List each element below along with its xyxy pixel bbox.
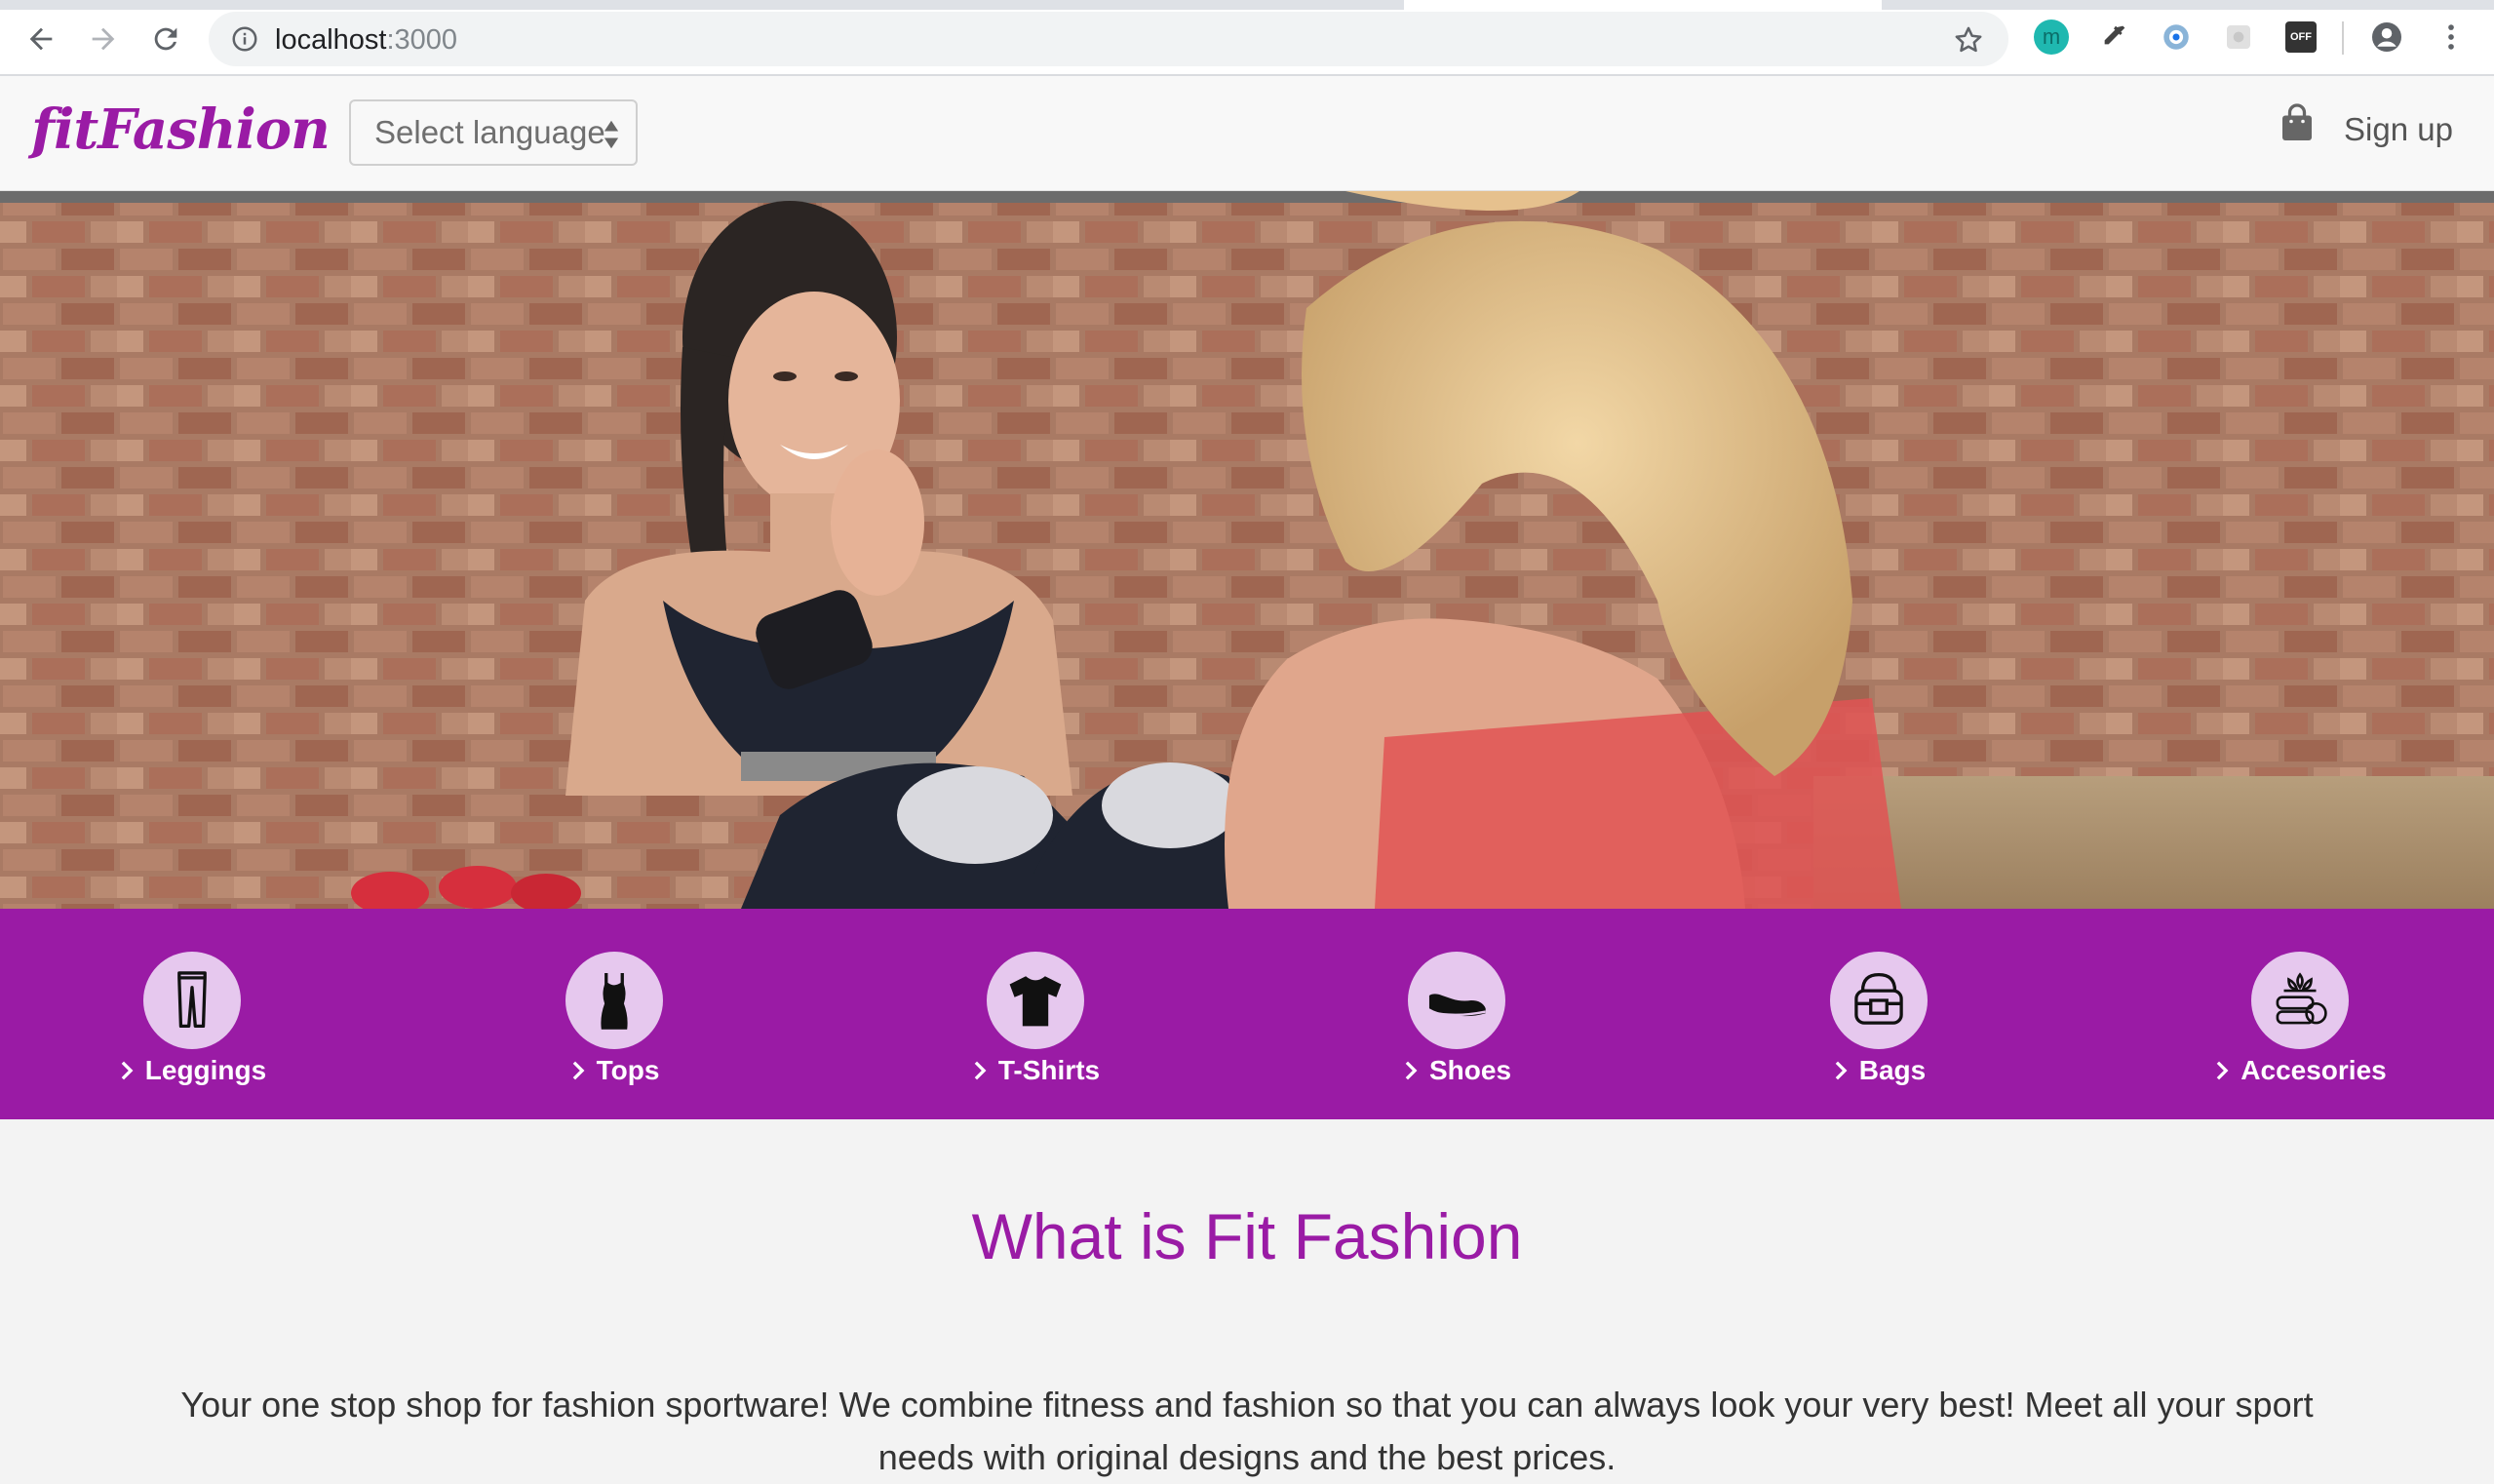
back-button[interactable] <box>18 16 64 62</box>
category-link: Bags <box>1832 1055 1926 1086</box>
off-extension-label: OFF <box>2290 31 2312 43</box>
category-bar: Leggings Tops T-Shirts Shoes Bags Acceso… <box>0 909 2494 1119</box>
chevron-right-icon <box>572 1061 585 1080</box>
info-icon[interactable] <box>230 24 259 54</box>
site-header: fitFashion Select language Sign up <box>0 76 2494 191</box>
leggings-icon <box>177 971 207 1029</box>
signup-link[interactable]: Sign up <box>2344 111 2453 148</box>
accessories-icon <box>2276 972 2327 1025</box>
language-select-value: Select language <box>374 114 605 150</box>
category-shoes[interactable]: Shoes <box>1349 952 1564 1098</box>
url-port: :3000 <box>386 24 458 56</box>
brand-logo[interactable]: fitFashion <box>31 98 331 162</box>
m-extension-label: m <box>2042 24 2061 49</box>
react-devtools-extension-icon[interactable] <box>2159 20 2194 55</box>
category-bags[interactable]: Bags <box>1772 952 1986 1098</box>
category-icon-circle <box>143 952 241 1049</box>
account-circle-icon <box>2372 22 2401 52</box>
category-icon-circle <box>565 952 663 1049</box>
url-host: localhost <box>275 24 387 56</box>
category-label: Tops <box>596 1055 660 1085</box>
category-label: Accesories <box>2241 1055 2387 1085</box>
hero-image <box>0 191 2494 909</box>
category-icon-circle <box>2251 952 2349 1049</box>
chevron-right-icon <box>1405 1061 1418 1080</box>
gym-bag-icon <box>1854 972 1903 1025</box>
chevron-right-icon <box>121 1061 134 1080</box>
category-link: Accesories <box>2213 1055 2387 1086</box>
arrow-left-icon <box>29 27 53 51</box>
t-shirt-icon <box>1009 976 1062 1027</box>
m-extension-icon[interactable]: m <box>2034 20 2069 55</box>
menu-button[interactable] <box>2434 20 2469 55</box>
chevron-right-icon <box>1835 1061 1848 1080</box>
select-arrows-icon <box>604 120 619 149</box>
toolbar-divider <box>2342 21 2344 55</box>
hero-photo-illustration <box>0 191 2494 909</box>
arrow-right-icon <box>92 27 115 51</box>
kebab-menu-icon <box>2448 24 2454 50</box>
category-label: Bags <box>1858 1055 1927 1085</box>
about-title: What is Fit Fashion <box>971 1200 1523 1272</box>
chevron-right-icon <box>974 1061 987 1080</box>
url-text: localhost:3000 <box>275 24 457 57</box>
category-label: T-Shirts <box>997 1055 1101 1085</box>
language-select[interactable]: Select language <box>349 99 638 166</box>
puzzle-icon <box>2227 25 2250 49</box>
forward-button[interactable] <box>80 16 127 62</box>
category-link: T-Shirts <box>971 1055 1100 1086</box>
shopping-bag-icon[interactable] <box>2280 103 2315 142</box>
category-tops[interactable]: Tops <box>507 952 721 1098</box>
category-icon-circle <box>987 952 1084 1049</box>
category-leggings[interactable]: Leggings <box>85 952 299 1098</box>
category-icon-circle <box>1408 952 1505 1049</box>
chevron-right-icon <box>2216 1061 2229 1080</box>
off-extension-icon[interactable]: OFF <box>2285 21 2317 53</box>
category-accesories[interactable]: Accesories <box>2193 952 2407 1098</box>
gray-extension-icon[interactable] <box>2221 20 2256 55</box>
tank-top-icon <box>601 972 628 1030</box>
eyedropper-icon <box>2104 25 2125 45</box>
reload-icon <box>154 27 177 51</box>
tab-strip <box>0 0 2494 10</box>
category-link: Leggings <box>118 1055 266 1086</box>
browser-toolbar: localhost:3000 m OFF <box>0 0 2494 76</box>
address-bar[interactable]: localhost:3000 <box>209 12 2008 66</box>
reload-button[interactable] <box>142 16 189 62</box>
category-label: Shoes <box>1428 1055 1512 1085</box>
category-link: Shoes <box>1402 1055 1511 1086</box>
category-link: Tops <box>569 1055 660 1086</box>
active-tab[interactable] <box>1404 0 1882 10</box>
eyedropper-extension-icon[interactable] <box>2096 20 2131 55</box>
sneaker-icon <box>1428 994 1486 1017</box>
category-label: Leggings <box>144 1055 267 1085</box>
profile-button[interactable] <box>2369 20 2404 55</box>
category-t-shirts[interactable]: T-Shirts <box>928 952 1143 1098</box>
react-icon <box>2163 24 2189 50</box>
bookmark-star-icon[interactable] <box>1952 23 1985 57</box>
about-description: Your one stop shop for fashion sportware… <box>180 1385 2314 1477</box>
category-icon-circle <box>1830 952 1928 1049</box>
